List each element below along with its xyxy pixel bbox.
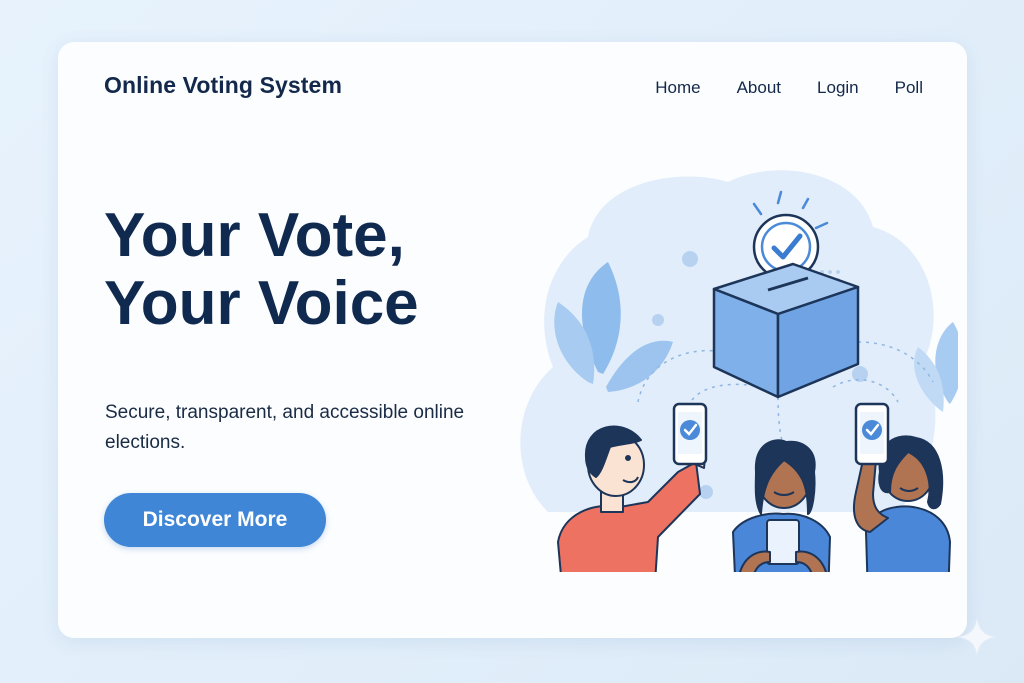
nav-login-link[interactable]: Login (817, 78, 859, 98)
voting-illustration (520, 170, 958, 572)
top-navigation: Home About Login Poll (655, 78, 923, 98)
nav-about-link[interactable]: About (737, 78, 781, 98)
smartphone-icon (672, 402, 708, 466)
discover-more-button[interactable]: Discover More (104, 493, 326, 547)
nav-poll-link[interactable]: Poll (895, 78, 923, 98)
brand-title[interactable]: Online Voting System (104, 72, 342, 99)
hero-subtitle: Secure, transparent, and accessible onli… (105, 402, 465, 453)
landing-card: Online Voting System Home About Login Po… (58, 42, 967, 638)
sparkle-icon (957, 617, 997, 657)
smartphone-icon (854, 402, 890, 466)
hero-title-line-1: Your Vote, (104, 201, 405, 270)
nav-home-link[interactable]: Home (655, 78, 700, 98)
hero-title-line-2: Your Voice (104, 269, 419, 338)
hero-title: Your Vote, Your Voice (104, 202, 524, 338)
